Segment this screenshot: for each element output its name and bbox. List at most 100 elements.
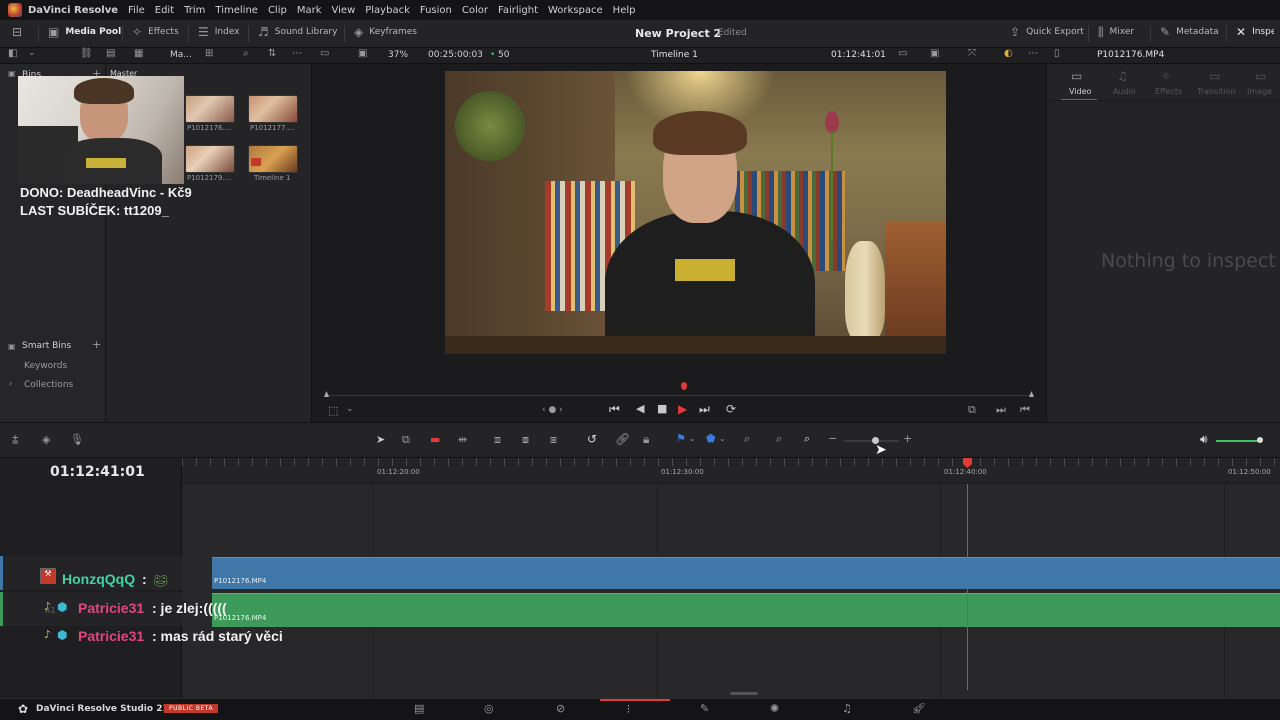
keyframes-button[interactable]: ◈ Keyframes [354,26,417,38]
inspector-panel-icon[interactable]: ▯ [1054,49,1060,59]
menu-edit[interactable]: Edit [155,5,174,16]
media-clip-thumbnail[interactable] [248,95,298,123]
menu-timeline[interactable]: Timeline [215,5,258,16]
quick-export-button[interactable]: ⇪ Quick Export [1010,26,1084,38]
index-button[interactable]: ☰ Index [198,26,240,38]
timeline-selector[interactable]: Timeline 1 [651,50,698,60]
sound-library-button[interactable]: ♬ Sound Library [258,26,337,38]
zoom-level[interactable]: 37% [388,50,408,60]
list-view-icon[interactable]: ▦ [134,49,143,59]
bin-keywords[interactable]: Keywords [24,361,67,371]
timeline-playhead-line[interactable] [967,458,968,690]
zoom-full-icon[interactable]: ⌕ [744,433,750,444]
display-mode-icon[interactable]: ▣ [930,49,939,59]
loop-icon[interactable]: ⟳ [726,403,736,415]
chevron-down-icon[interactable]: ⌄ [689,435,696,443]
insert-clip-icon[interactable]: ⧈ [494,434,501,445]
media-pool-button[interactable]: ▣ Media Pool [48,26,121,38]
zoom-detail-icon[interactable]: ⌕ [776,433,782,444]
viewer-more-icon[interactable]: ⋯ [1028,49,1038,59]
color-page-icon[interactable]: ✺ [770,703,779,714]
fusion-page-icon[interactable]: ✎ [700,703,709,714]
trim-tool-icon[interactable]: ⧉ [402,434,410,445]
zoom-in-icon[interactable]: + [903,433,912,444]
safe-area-icon[interactable]: ▭ [898,49,907,59]
volume-slider[interactable] [1216,440,1260,442]
jog-control-icon[interactable]: ‹ ● › [542,406,563,415]
deliver-page-icon[interactable]: 🚀︎ [912,703,926,714]
menu-workspace[interactable]: Workspace [548,5,603,16]
chevron-down-icon[interactable]: ⌄ [346,405,354,414]
edit-page-icon[interactable]: ⫶ [627,703,630,717]
dynamic-trim-icon[interactable]: ⇹ [458,434,467,445]
media-clip-thumbnail[interactable] [185,145,235,173]
menu-mark[interactable]: Mark [297,5,322,16]
sort-icon[interactable]: ⇅ [268,49,276,59]
link-icon[interactable]: ⛓ [80,49,93,59]
next-edit-icon[interactable]: ⏭ [996,404,1006,415]
timeline-view-options-icon[interactable]: ⩲ [12,434,18,445]
snapping-icon[interactable]: ◈ [42,434,50,445]
search-icon[interactable]: ⌕ [243,49,249,59]
volume-icon[interactable]: 🔊︎ [1200,433,1208,445]
more-options-icon[interactable]: ⋯ [292,49,302,59]
chevron-down-icon[interactable]: ⌄ [719,435,726,443]
audio-clip[interactable]: P1012176.MP4 [212,593,1280,627]
inspector-tab-video[interactable]: Video [1069,87,1091,96]
replace-clip-icon[interactable]: ⧆ [550,434,557,445]
chevron-right-icon[interactable]: › [9,380,12,388]
timeline-ruler[interactable]: 01:12:20:00 01:12:30:00 01:12:40:00 01:1… [182,458,1280,484]
thumbnail-view-icon[interactable]: ▤ [106,49,115,59]
menu-help[interactable]: Help [613,5,636,16]
viewer-scrubber-track[interactable] [326,395,1032,396]
aspect-icon[interactable]: ▣ [358,49,367,59]
inspector-tab-audio[interactable]: Audio [1113,87,1136,96]
bin-collections[interactable]: Collections [24,380,73,390]
chevron-down-icon[interactable]: ⌄ [28,49,36,58]
skip-to-start-icon[interactable]: ⏮ [609,403,620,415]
menu-file[interactable]: File [128,5,145,16]
volume-slider-handle[interactable] [1257,437,1263,443]
menu-fairlight[interactable]: Fairlight [498,5,538,16]
inspector-button[interactable]: ✕ Inspector [1236,26,1274,38]
media-clip-thumbnail[interactable] [185,95,235,123]
viewer-playhead[interactable] [681,382,687,390]
viewer-mode-icon[interactable]: ▭ [320,49,329,59]
menu-fusion[interactable]: Fusion [420,5,452,16]
menu-clip[interactable]: Clip [268,5,287,16]
fairlight-page-icon[interactable]: ♫ [842,703,852,714]
edit-page-alt-icon[interactable]: ⊘ [556,703,565,714]
smart-bins-header[interactable]: Smart Bins [22,341,71,351]
play-reverse-icon[interactable]: ◀ [636,403,644,414]
inspector-tab-image[interactable]: Image [1247,87,1272,96]
marker-icon[interactable]: ⬟ [706,433,716,444]
link-clips-icon[interactable]: 🔗︎ [615,433,630,445]
zoom-out-icon[interactable]: − [828,433,837,444]
video-clip[interactable]: P1012176.MP4 [212,557,1280,589]
timeline-thumbnail[interactable] [248,145,298,173]
sidebar-toggle-icon[interactable]: ◧ [8,49,17,59]
menu-view[interactable]: View [332,5,356,16]
inspector-tab-effects[interactable]: Effects [1155,87,1182,96]
add-smart-bin-icon[interactable]: + [92,339,101,350]
play-icon[interactable]: ▶ [678,403,687,415]
playhead-handle[interactable] [963,458,972,468]
transform-icon[interactable]: ⤧ [968,49,976,59]
selection-tool-icon[interactable]: ➤ [376,434,385,445]
stop-icon[interactable]: ■ [657,403,667,414]
menu-trim[interactable]: Trim [184,5,205,16]
metadata-button[interactable]: ✎ Metadata [1160,26,1219,38]
media-page-icon[interactable]: ▤ [414,703,424,714]
flag-icon[interactable]: ⚑ [676,433,686,444]
timeline-area[interactable]: P1012176.MP4 P1012176.MP4 [182,458,1280,698]
effects-button[interactable]: ✧ Effects [132,26,179,38]
app-menu[interactable]: DaVinci Resolve [28,5,118,16]
bins-collapse-icon[interactable]: ▣ [8,70,16,78]
mixer-button[interactable]: ⫼ Mixer [1098,26,1134,38]
lock-icon[interactable]: 🔒︎ [643,433,649,445]
previous-edit-icon[interactable]: ⏮ [1020,404,1030,415]
match-frame-icon[interactable]: ⧉ [968,404,976,415]
viewer-options-icon[interactable]: ⬚ [328,405,338,416]
blade-tool-icon[interactable]: ▬ [430,434,440,445]
audio-track-icon[interactable]: 🎙︎ [70,434,84,445]
